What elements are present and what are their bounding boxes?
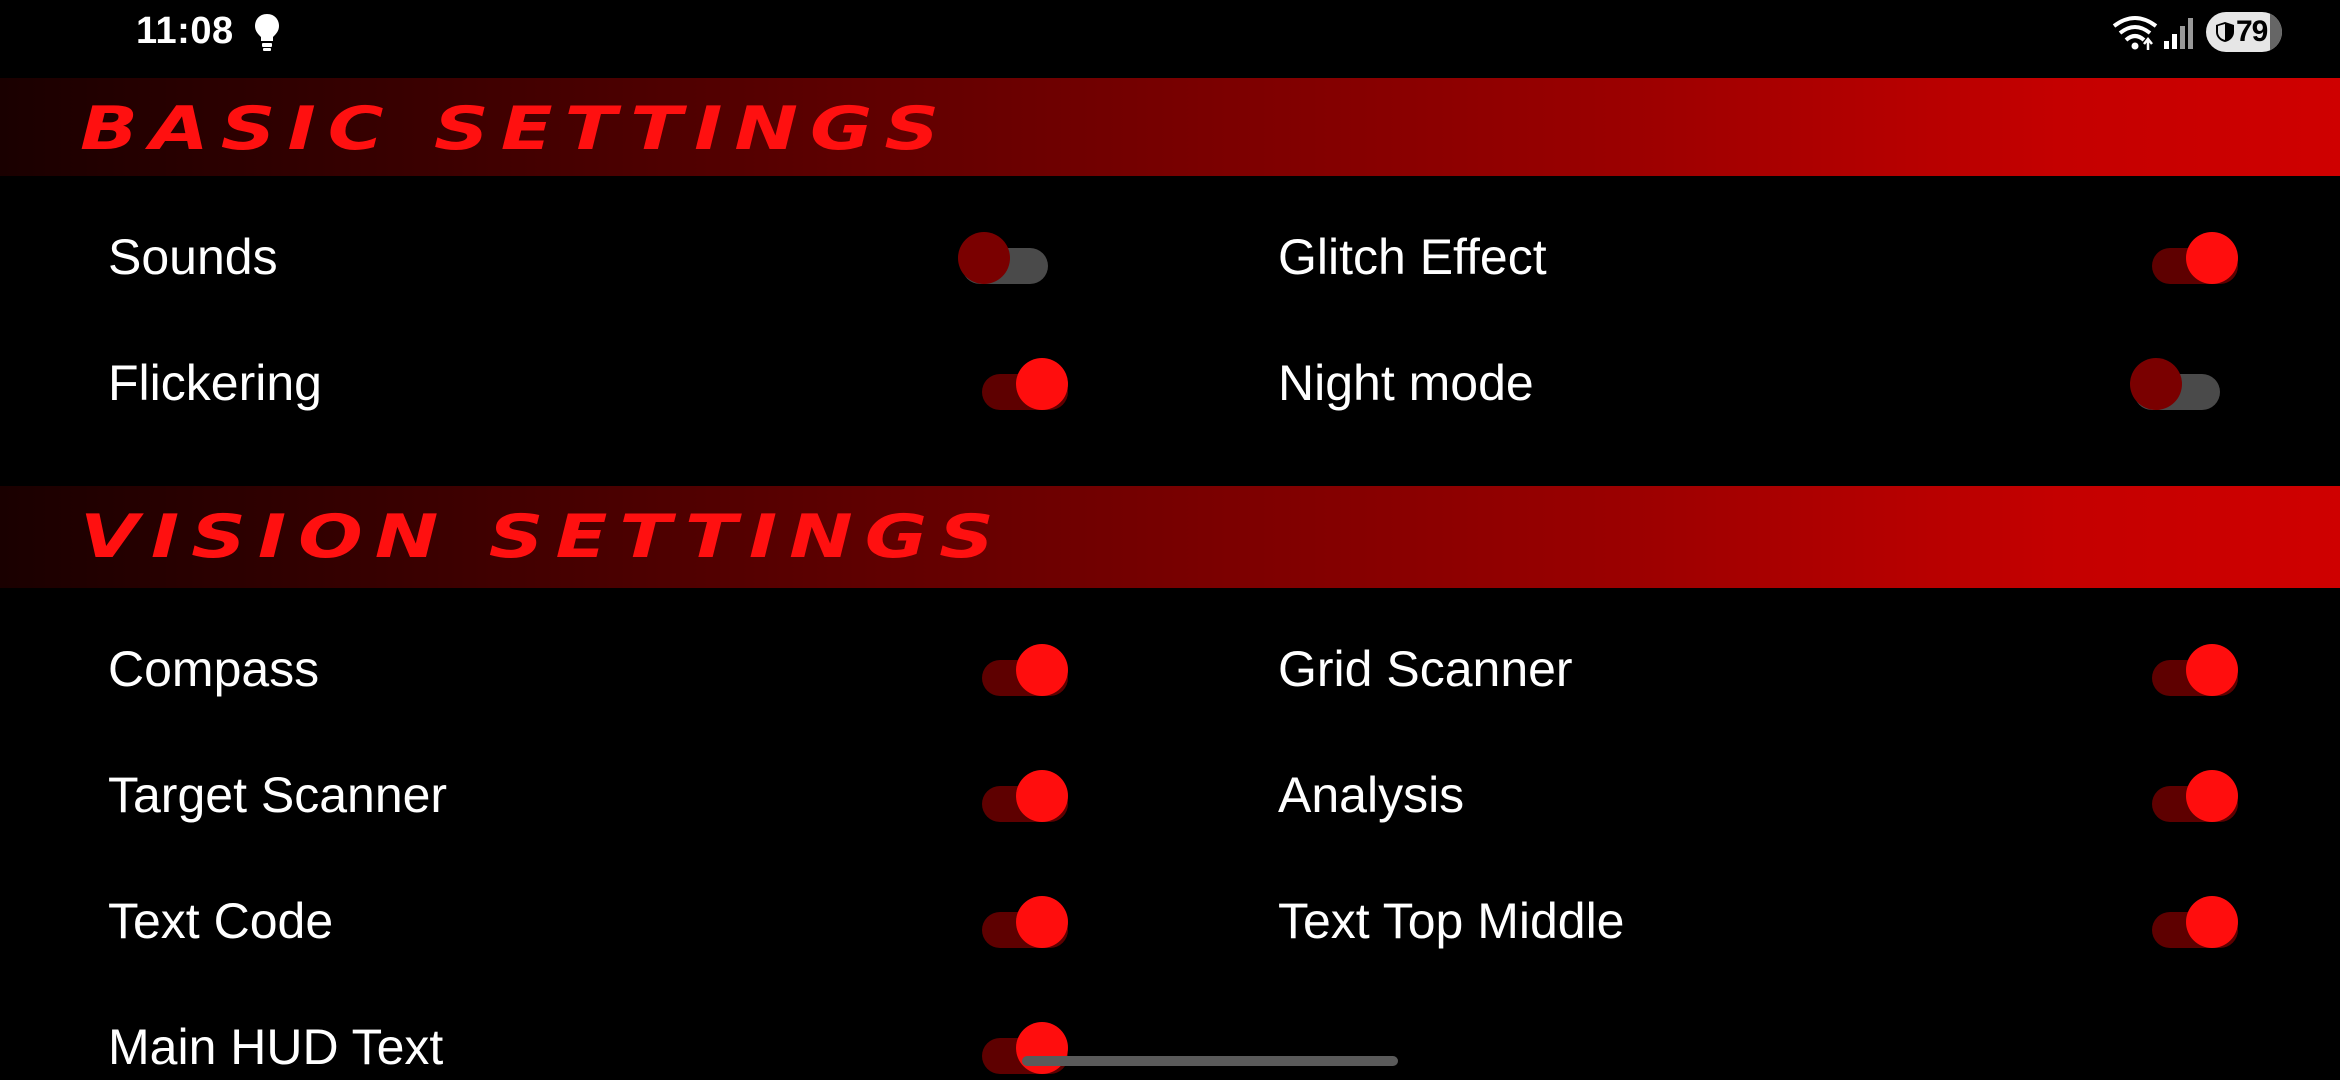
text-top-middle-label: Text Top Middle — [1278, 893, 1625, 949]
text-code-toggle[interactable] — [982, 896, 1068, 948]
main-hud-text-toggle[interactable] — [982, 1022, 1068, 1074]
analysis-label: Analysis — [1278, 767, 1465, 823]
sounds-toggle[interactable] — [958, 232, 1048, 284]
lightbulb-icon — [255, 14, 279, 51]
navigation-handle[interactable] — [1022, 1056, 1398, 1066]
target-scanner-toggle[interactable] — [982, 770, 1068, 822]
signal-icon — [2164, 18, 2193, 49]
analysis-toggle[interactable] — [2152, 770, 2238, 822]
target-scanner-label: Target Scanner — [108, 767, 448, 823]
grid-scanner-label: Grid Scanner — [1278, 641, 1573, 697]
sounds-label: Sounds — [108, 229, 278, 285]
glitch-effect-toggle[interactable] — [2152, 232, 2238, 284]
night-mode-label: Night mode — [1278, 355, 1534, 411]
battery-icon: 79 — [2206, 12, 2282, 52]
basic-settings-title: BASIC SETTINGS — [80, 93, 952, 164]
flickering-label: Flickering — [108, 355, 322, 411]
main-hud-text-label: Main HUD Text — [108, 1019, 444, 1075]
glitch-effect-label: Glitch Effect — [1278, 229, 1547, 285]
shield-icon — [2216, 22, 2234, 42]
night-mode-toggle[interactable] — [2130, 358, 2220, 410]
status-bar: 11:08 79 — [0, 0, 2340, 76]
basic-settings-header: BASIC SETTINGS — [0, 78, 2340, 176]
compass-toggle[interactable] — [982, 644, 1068, 696]
wifi-icon — [2112, 16, 2158, 50]
text-top-middle-toggle[interactable] — [2152, 896, 2238, 948]
flickering-toggle[interactable] — [982, 358, 1068, 410]
vision-settings-header: VISION SETTINGS — [0, 486, 2340, 588]
text-code-label: Text Code — [108, 893, 334, 949]
vision-settings-title: VISION SETTINGS — [80, 501, 1006, 572]
status-time: 11:08 — [136, 10, 234, 52]
grid-scanner-toggle[interactable] — [2152, 644, 2238, 696]
battery-percent: 79 — [2236, 15, 2268, 48]
compass-label: Compass — [108, 641, 320, 697]
